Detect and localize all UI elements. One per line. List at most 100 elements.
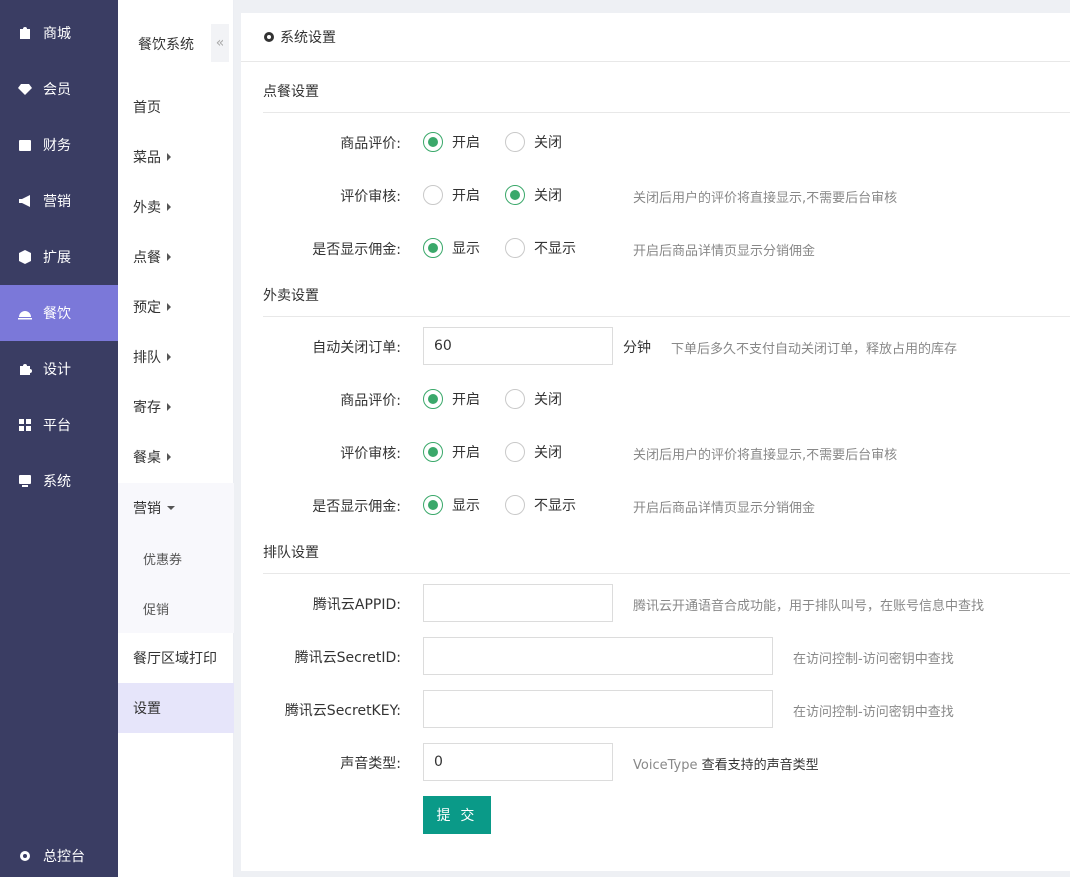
caret-right-icon xyxy=(167,403,171,411)
radio-dot xyxy=(505,132,525,152)
sub-nav-item-print[interactable]: 餐厅区域打印 xyxy=(118,633,234,683)
cube-icon xyxy=(18,250,32,264)
nav-item-label: 总控台 xyxy=(43,849,85,865)
appid-input[interactable] xyxy=(423,584,613,622)
nav-item-platform[interactable]: 平台 xyxy=(0,397,118,453)
sub-nav-item-promotion[interactable]: 促销 xyxy=(118,583,234,633)
dine-commission-show-radio[interactable]: 显示 xyxy=(423,238,480,258)
secretid-hint: 在访问控制-访问密钥中查找 xyxy=(793,652,954,667)
dine-audit-off-radio[interactable]: 关闭 xyxy=(505,185,562,205)
gem-icon xyxy=(18,82,32,96)
dine-section-title: 点餐设置 xyxy=(263,84,319,100)
sub-nav-label: 寄存 xyxy=(133,400,161,416)
dine-audit-on-radio[interactable]: 开启 xyxy=(423,185,480,205)
sub-nav-item-queue[interactable]: 排队 xyxy=(118,332,234,382)
dine-commission-label: 是否显示佣金: xyxy=(312,242,401,258)
nav-item-catering[interactable]: 餐饮 xyxy=(0,285,118,341)
megaphone-icon xyxy=(18,194,32,208)
nav-item-finance[interactable]: 财务 xyxy=(0,117,118,173)
takeout-audit-hint: 关闭后用户的评价将直接显示,不需要后台审核 xyxy=(633,448,898,463)
autoclose-hint: 下单后多久不支付自动关闭订单，释放占用的库存 xyxy=(671,342,958,357)
secretid-label: 腾讯云SecretID: xyxy=(294,650,401,666)
secretid-input[interactable] xyxy=(423,637,773,675)
sub-nav-item-order[interactable]: 点餐 xyxy=(118,232,234,282)
voice-types-link[interactable]: 查看支持的声音类型 xyxy=(702,758,819,773)
radio-label: 关闭 xyxy=(534,188,562,204)
radio-dot xyxy=(423,495,443,515)
sub-nav-item-tables[interactable]: 餐桌 xyxy=(118,432,234,482)
sub-nav-item-home[interactable]: 首页 xyxy=(118,82,234,132)
dine-review-off-radio[interactable]: 关闭 xyxy=(505,132,562,152)
nav-item-marketing[interactable]: 营销 xyxy=(0,173,118,229)
sub-nav-label: 营销 xyxy=(133,501,161,517)
radio-dot xyxy=(423,389,443,409)
nav-item-label: 商城 xyxy=(43,26,71,42)
nav-item-console[interactable]: 总控台 xyxy=(0,828,118,877)
takeout-commission-label: 是否显示佣金: xyxy=(312,499,401,515)
sub-nav-label: 排队 xyxy=(133,350,161,366)
sub-nav-item-takeout[interactable]: 外卖 xyxy=(118,182,234,232)
radio-dot xyxy=(423,442,443,462)
takeout-commission-hide-radio[interactable]: 不显示 xyxy=(505,495,576,515)
appid-label: 腾讯云APPID: xyxy=(312,597,401,613)
nav-item-system[interactable]: 系统 xyxy=(0,453,118,509)
takeout-review-label: 商品评价: xyxy=(340,393,401,409)
sub-nav-item-storage[interactable]: 寄存 xyxy=(118,382,234,432)
sub-nav-sidebar: 餐饮系统 « 首页 菜品 外卖 点餐 预定 排队 寄存 餐桌 营销 优惠券 促销… xyxy=(118,0,234,877)
voice-hint: VoiceType 查看支持的声音类型 xyxy=(633,754,819,773)
radio-dot xyxy=(423,185,443,205)
nav-item-label: 营销 xyxy=(43,194,71,210)
takeout-audit-on-radio[interactable]: 开启 xyxy=(423,442,480,462)
radio-dot xyxy=(423,132,443,152)
caret-right-icon xyxy=(167,353,171,361)
monitor-icon xyxy=(18,474,32,488)
secretkey-hint: 在访问控制-访问密钥中查找 xyxy=(793,705,954,720)
takeout-review-off-radio[interactable]: 关闭 xyxy=(505,389,562,409)
nav-item-extension[interactable]: 扩展 xyxy=(0,229,118,285)
radio-label: 关闭 xyxy=(534,135,562,151)
dine-audit-hint: 关闭后用户的评价将直接显示,不需要后台审核 xyxy=(633,191,898,206)
sub-nav-item-reserve[interactable]: 预定 xyxy=(118,282,234,332)
appid-hint: 腾讯云开通语音合成功能，用于排队叫号，在账号信息中查找 xyxy=(633,599,985,614)
nav-item-shop[interactable]: 商城 xyxy=(0,5,118,61)
card-header: 系统设置 xyxy=(241,13,1070,62)
takeout-section-title: 外卖设置 xyxy=(263,288,319,304)
caret-right-icon xyxy=(167,203,171,211)
radio-dot xyxy=(505,442,525,462)
autoclose-label: 自动关闭订单: xyxy=(312,340,401,356)
page-title: 系统设置 xyxy=(280,30,336,46)
radio-label: 开启 xyxy=(452,392,480,408)
radio-label: 显示 xyxy=(452,498,480,514)
voice-type-input[interactable] xyxy=(423,743,613,781)
radio-label: 显示 xyxy=(452,241,480,257)
sub-nav-item-coupon[interactable]: 优惠券 xyxy=(118,533,234,583)
radio-label: 不显示 xyxy=(534,241,576,257)
nav-item-label: 设计 xyxy=(43,362,71,378)
dine-commission-hint: 开启后商品详情页显示分销佣金 xyxy=(633,244,816,259)
puzzle-icon xyxy=(18,362,32,376)
radio-dot xyxy=(505,389,525,409)
sub-nav-label: 餐桌 xyxy=(133,450,161,466)
sub-nav-item-dishes[interactable]: 菜品 xyxy=(118,132,234,182)
sub-nav-item-settings[interactable]: 设置 xyxy=(118,683,234,733)
radio-label: 不显示 xyxy=(534,498,576,514)
settings-card: 系统设置 点餐设置 商品评价: 开启 关闭 评价审核: 开启 关闭 关闭后用户的… xyxy=(241,13,1070,871)
nav-item-member[interactable]: 会员 xyxy=(0,61,118,117)
sub-nav-item-marketing[interactable]: 营销 xyxy=(118,483,234,533)
gear-icon xyxy=(18,849,32,863)
takeout-review-on-radio[interactable]: 开启 xyxy=(423,389,480,409)
submit-button[interactable]: 提 交 xyxy=(423,796,491,834)
dine-review-on-radio[interactable]: 开启 xyxy=(423,132,480,152)
takeout-audit-off-radio[interactable]: 关闭 xyxy=(505,442,562,462)
caret-down-icon xyxy=(167,506,175,510)
nav-item-design[interactable]: 设计 xyxy=(0,341,118,397)
takeout-commission-show-radio[interactable]: 显示 xyxy=(423,495,480,515)
sub-nav-label: 外卖 xyxy=(133,200,161,216)
dine-commission-hide-radio[interactable]: 不显示 xyxy=(505,238,576,258)
collapse-sidebar-button[interactable]: « xyxy=(211,24,229,62)
top-strip xyxy=(234,0,1070,13)
secretkey-input[interactable] xyxy=(423,690,773,728)
autoclose-input[interactable] xyxy=(423,327,613,365)
sub-nav-label: 设置 xyxy=(133,701,161,717)
gear-icon xyxy=(264,32,274,42)
